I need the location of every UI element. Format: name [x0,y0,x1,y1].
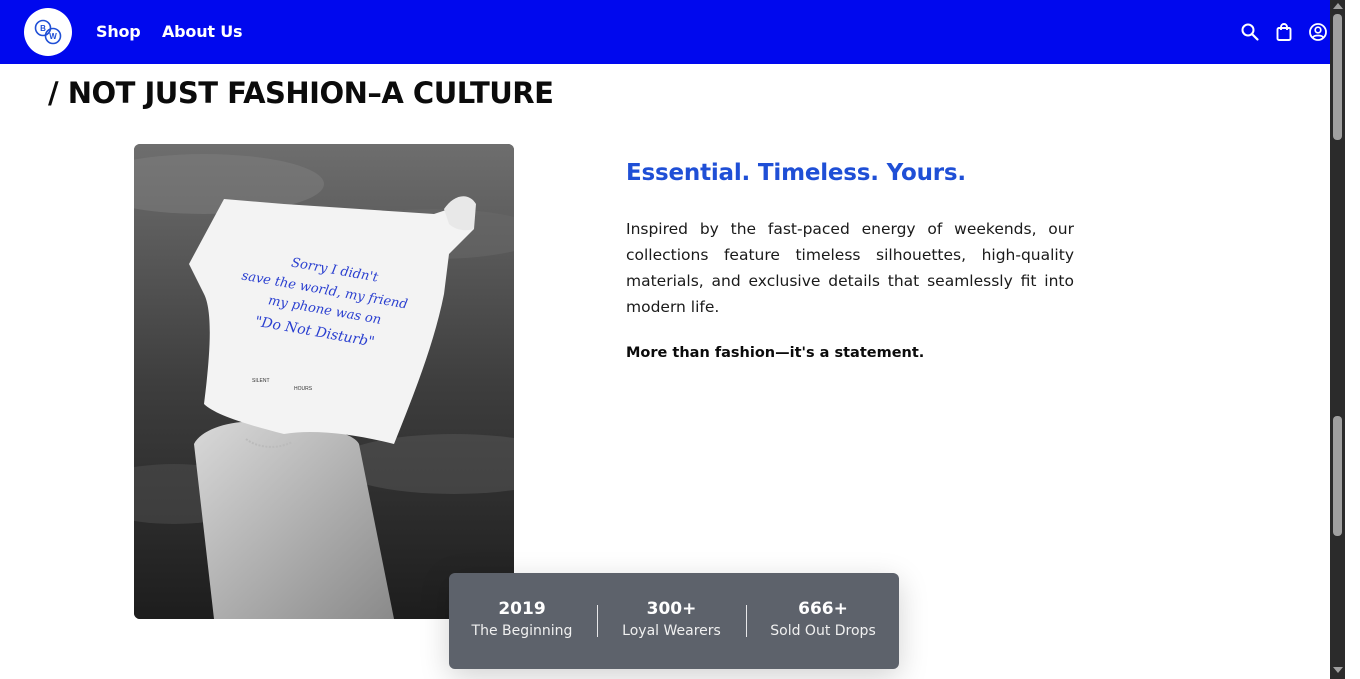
scrollbar-thumb[interactable] [1333,416,1342,536]
statement-text: More than fashion—it's a statement. [626,345,925,361]
intro-paragraph: Inspired by the fast-paced energy of wee… [626,220,1074,316]
shirt-tag-left: SILENT [252,378,270,384]
nav-link-shop[interactable]: Shop [96,22,141,41]
model-holding-tshirt-image: Sorry I didn't save the world, my friend… [134,144,514,619]
stats-card: 2019 The Beginning 300+ Loyal Wearers 66… [449,573,899,669]
svg-text:W: W [49,32,57,41]
stat-value: 300+ [646,599,697,619]
subheading: Essential. Timeless. Yours. [626,160,966,186]
page-edge [1345,0,1360,679]
stat-label: Sold Out Drops [770,623,876,639]
brand-logo-icon: B W [34,19,62,45]
campaign-photo: Sorry I didn't save the world, my friend… [134,144,514,619]
stat-divider [746,605,747,637]
user-account-icon[interactable] [1308,22,1328,42]
shirt-tag-right: HOURS [294,386,313,392]
nav-link-about-us[interactable]: About Us [162,22,243,41]
top-navbar: B W Shop About Us [0,0,1345,64]
stat-founded: 2019 The Beginning [467,599,577,639]
brand-logo[interactable]: B W [24,8,72,56]
stat-value: 2019 [498,599,546,619]
stat-divider [597,605,598,637]
svg-text:B: B [40,24,46,33]
stat-drops: 666+ Sold Out Drops [763,599,883,639]
section-title: / NOT JUST FASHION–A CULTURE [48,76,554,110]
search-icon[interactable] [1240,22,1260,42]
stat-wearers: 300+ Loyal Wearers [614,599,729,639]
scroll-down-arrow-icon[interactable] [1333,667,1343,673]
scroll-up-arrow-icon[interactable] [1333,3,1343,9]
shopping-bag-icon[interactable] [1274,22,1294,42]
scrollbar-thumb-top[interactable] [1333,14,1342,140]
stat-value: 666+ [798,599,848,619]
stat-label: Loyal Wearers [622,623,721,639]
stat-label: The Beginning [471,623,573,639]
